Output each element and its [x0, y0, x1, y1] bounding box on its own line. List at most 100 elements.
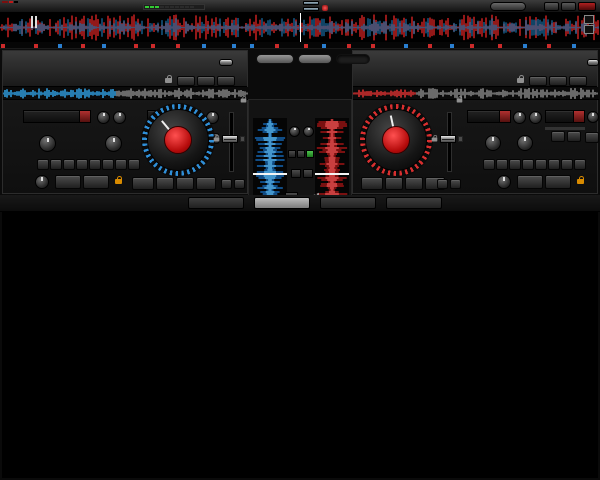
deck-a-loop-half-button[interactable] — [37, 159, 49, 170]
deck-a-track-waveform[interactable] — [3, 87, 249, 100]
deck-a-loop-2[interactable] — [63, 159, 75, 170]
deck-b-effect-select[interactable] — [467, 110, 511, 123]
deck-b-loop-32[interactable] — [561, 159, 573, 170]
deck-a-pitch-slider-handle[interactable] — [222, 135, 238, 143]
deck-a-cue-button[interactable] — [132, 177, 154, 190]
tab-browser[interactable] — [188, 197, 244, 209]
deck-b-track-waveform[interactable] — [353, 87, 599, 100]
deck-b-hotcue-2[interactable] — [549, 76, 567, 86]
deck-a-loop-double-button[interactable] — [128, 159, 140, 170]
close-button[interactable] — [578, 2, 596, 11]
scratch-mode-2-button[interactable] — [297, 150, 305, 158]
tab-effects[interactable] — [320, 197, 376, 209]
deck-a-header — [3, 51, 247, 87]
deck-b-loop-in-button[interactable] — [517, 175, 543, 189]
minimize-button[interactable] — [544, 2, 559, 11]
deck-a-loop-lock-icon[interactable] — [115, 176, 122, 184]
slave-deck-next-button[interactable] — [303, 169, 313, 178]
deck-b-play-button[interactable] — [405, 177, 423, 190]
deck-a-hotcue-3[interactable] — [217, 76, 235, 86]
deck-b-keylock-icon[interactable] — [456, 96, 463, 103]
deck-b-hotcue-1[interactable] — [529, 76, 547, 86]
deck-b-sample-prev-button[interactable] — [551, 131, 565, 142]
deck-a-loop-8[interactable] — [89, 159, 101, 170]
deck-b-pitch-bend-down[interactable] — [437, 179, 448, 189]
deck-a-play-button[interactable] — [176, 177, 194, 190]
deck-b-loop-8[interactable] — [535, 159, 547, 170]
deck-b-cue-button[interactable] — [361, 177, 383, 190]
logo-virtual — [2, 1, 8, 3]
deck-b-sample-next-button[interactable] — [567, 131, 581, 142]
deck-b-hotcue-3[interactable] — [569, 76, 587, 86]
config-button[interactable] — [490, 2, 526, 11]
deck-b-filter-knob[interactable] — [485, 135, 501, 151]
deck-b-p2-knob[interactable] — [529, 111, 542, 124]
deck-a-key-knob[interactable] — [105, 135, 122, 152]
deck-b-loop-lock-icon[interactable] — [577, 176, 584, 184]
deck-a-sync-button[interactable] — [196, 177, 216, 190]
scratch-mode-1-button[interactable] — [288, 150, 296, 158]
deck-a-loop-1[interactable] — [50, 159, 62, 170]
dropdown-arrow-icon[interactable] — [573, 111, 584, 122]
deck-b-jogwheel[interactable] — [359, 103, 433, 177]
tab-video[interactable] — [298, 54, 332, 64]
deck-b-pitch-slider-handle[interactable] — [440, 135, 456, 143]
deck-a-jogwheel[interactable] — [141, 103, 215, 177]
deck-b-pitch-lock-icon[interactable] — [431, 135, 438, 142]
deck-a-loop-out-button[interactable] — [83, 175, 109, 189]
deck-b-pitch-zero-button[interactable] — [458, 136, 463, 142]
deck-a-hotcue-2[interactable] — [197, 76, 215, 86]
dropdown-arrow-icon[interactable] — [499, 111, 510, 122]
scratch-gain-b-knob[interactable] — [303, 126, 314, 137]
deck-b-bpm-tap-button[interactable] — [587, 59, 599, 66]
deck-b-header — [353, 51, 599, 87]
deck-b-sample-select[interactable] — [545, 110, 585, 123]
deck-a-pitch-zero-button[interactable] — [240, 136, 245, 142]
deck-b-shift-knob[interactable] — [497, 175, 511, 189]
deck-b-loop-half-button[interactable] — [483, 159, 495, 170]
tab-scratch[interactable] — [336, 54, 370, 64]
deck-a-loop-4[interactable] — [76, 159, 88, 170]
deck-a-stutter-button[interactable] — [156, 177, 174, 190]
deck-b-sample-rec-button[interactable] — [585, 132, 599, 143]
deck-b-jog-cap[interactable] — [381, 125, 411, 155]
waveform-view-toggle-icon[interactable] — [303, 1, 319, 5]
deck-b-loop-4[interactable] — [522, 159, 534, 170]
deck-a-hotcue-1[interactable] — [177, 76, 195, 86]
deck-b-loop-16[interactable] — [548, 159, 560, 170]
tab-sampler[interactable] — [254, 197, 310, 209]
deck-b-loop-2[interactable] — [509, 159, 521, 170]
deck-a-pitch-bend-up[interactable] — [234, 179, 245, 189]
scratch-gain-a-knob[interactable] — [289, 126, 300, 137]
deck-a-filter-knob[interactable] — [39, 135, 56, 152]
deck-b-loop-1[interactable] — [496, 159, 508, 170]
deck-a-loop-16[interactable] — [102, 159, 114, 170]
deck-b-loop-out-button[interactable] — [545, 175, 571, 189]
tab-mixer[interactable] — [256, 54, 294, 64]
deck-b-pitch-bend-up[interactable] — [450, 179, 461, 189]
maximize-button[interactable] — [561, 2, 576, 11]
deck-a-effect-select[interactable] — [23, 110, 91, 123]
deck-a-jog-cap[interactable] — [163, 125, 193, 155]
deck-a-hotcue-lock-icon — [165, 75, 172, 83]
deck-a-loop-32[interactable] — [115, 159, 127, 170]
deck-b-sampler-vol-knob[interactable] — [587, 111, 599, 123]
deck-b-p1-knob[interactable] — [513, 111, 526, 124]
waveform-view-toggle-icon[interactable] — [303, 7, 319, 11]
deck-a-keylock-icon[interactable] — [240, 96, 247, 103]
slave-deck-prev-button[interactable] — [291, 169, 301, 178]
deck-b-loop-double-button[interactable] — [574, 159, 586, 170]
tab-record[interactable] — [386, 197, 442, 209]
deck-a-pitch-bend-down[interactable] — [221, 179, 232, 189]
deck-a-bpm-tap-button[interactable] — [219, 59, 233, 66]
deck-a-pitch-lock-icon[interactable] — [213, 135, 220, 142]
dropdown-arrow-icon[interactable] — [79, 111, 90, 122]
deck-a-p2-knob[interactable] — [113, 111, 126, 124]
deck-b-key-knob[interactable] — [517, 135, 533, 151]
deck-a-loop-in-button[interactable] — [55, 175, 81, 189]
deck-b-stutter-button[interactable] — [385, 177, 403, 190]
deck-a-shift-knob[interactable] — [35, 175, 49, 189]
record-indicator-icon — [322, 5, 328, 11]
scratch-mode-3-button[interactable] — [306, 150, 314, 158]
deck-a-p1-knob[interactable] — [97, 111, 110, 124]
